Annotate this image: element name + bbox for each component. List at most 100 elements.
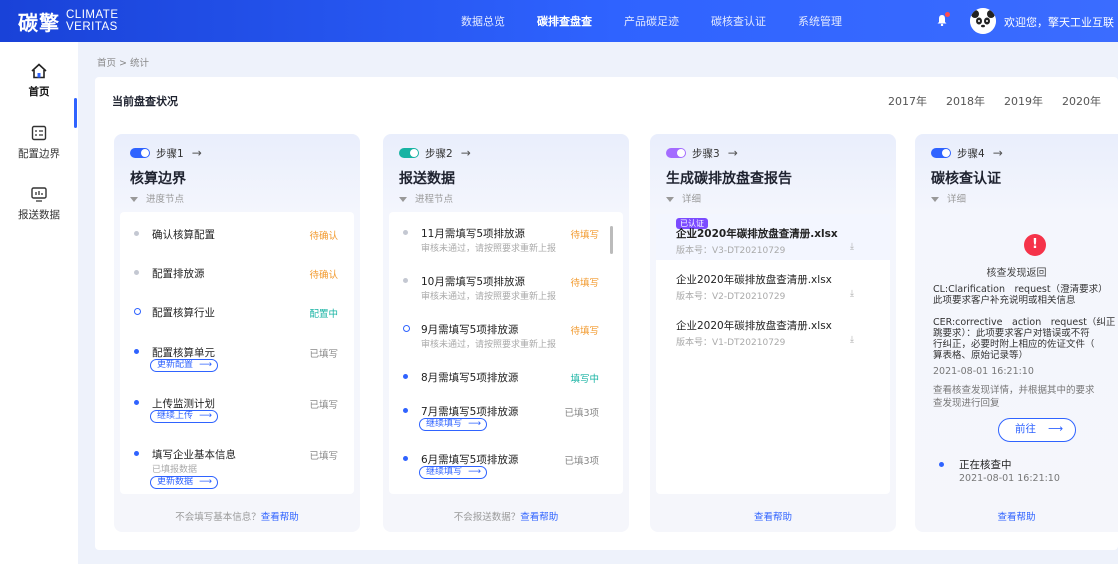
task-text: 上传监测计划 bbox=[152, 398, 215, 410]
go-button[interactable]: 前往 bbox=[998, 418, 1076, 442]
file-version: 版本号：V2-DT20210729 bbox=[676, 292, 786, 302]
status-dot bbox=[403, 408, 408, 413]
progress-toggle[interactable]: 进度节点 bbox=[130, 191, 184, 205]
toggle-icon bbox=[666, 148, 686, 158]
status-badge: 配置中 bbox=[309, 309, 338, 320]
panda-avatar-icon bbox=[970, 8, 996, 34]
step-card-3: 步骤3 → 生成碳排放盘查报告 详细 已认证 企业2020年碳排放盘查清册.xl… bbox=[650, 134, 896, 532]
step-label: 步骤2 bbox=[425, 147, 453, 160]
arrow-right-icon: → bbox=[992, 146, 1003, 160]
status-badge: 待填写 bbox=[570, 278, 599, 289]
file-item[interactable]: 已认证 企业2020年碳排放盘查清册.xlsx 版本号：V3-DT2021072… bbox=[656, 214, 890, 260]
arrow-right-icon: → bbox=[460, 146, 471, 160]
status-badge: 已填写 bbox=[309, 349, 338, 360]
task-list: 确认核算配置 待确认 配置排放源 待确认 配置核算行业 配置中 配置核算单元 已… bbox=[120, 212, 354, 494]
main-nav: 数据总览 碳排查盘查 产品碳足迹 碳核查认证 系统管理 bbox=[461, 13, 874, 29]
page-title: 当前盘查状况 bbox=[112, 95, 178, 108]
update-config-button[interactable]: 更新配置 bbox=[150, 359, 219, 372]
details-toggle[interactable]: 详细 bbox=[931, 191, 966, 205]
year-tab-2017[interactable]: 2017年 bbox=[888, 93, 946, 109]
continue-fill-button[interactable]: 继续填写 bbox=[419, 466, 488, 479]
task-text: 7月需填写5项排放源 bbox=[421, 406, 519, 418]
sidebar: 首页 配置边界 报送数据 bbox=[0, 42, 78, 564]
step-title: 报送数据 bbox=[399, 171, 455, 187]
download-icon[interactable]: ⤓ bbox=[850, 335, 854, 345]
year-tab-2019[interactable]: 2019年 bbox=[1004, 93, 1062, 109]
breadcrumb: 首页 > 统计 bbox=[97, 58, 149, 69]
file-name: 企业2020年碳排放盘查清册.xlsx bbox=[676, 320, 832, 332]
year-tab-2018[interactable]: 2018年 bbox=[946, 93, 1004, 109]
status-dot bbox=[134, 308, 141, 315]
nav-carbon-inventory[interactable]: 碳排查盘查 bbox=[537, 13, 592, 29]
arrow-right-icon: → bbox=[191, 146, 202, 160]
task-text: 11月需填写5项排放源 bbox=[421, 228, 526, 240]
step-header[interactable]: 步骤4 → bbox=[931, 146, 1003, 160]
step-card-4: 步骤4 → 碳核查认证 详细 ! 核查发现返回 CL:Clarification… bbox=[915, 134, 1118, 532]
notification-dot bbox=[945, 12, 950, 17]
continue-upload-button[interactable]: 继续上传 bbox=[150, 410, 219, 423]
nav-verification[interactable]: 碳核查认证 bbox=[711, 13, 766, 29]
sidebar-item-label: 首页 bbox=[28, 86, 50, 98]
help-text: 不会报送数据？ bbox=[453, 512, 521, 523]
sidebar-item-label: 报送数据 bbox=[18, 209, 60, 221]
download-icon[interactable]: ⤓ bbox=[850, 289, 854, 299]
status-badge: 待填写 bbox=[570, 230, 599, 241]
file-name: 企业2020年碳排放盘查清册.xlsx bbox=[676, 274, 832, 286]
scrollbar[interactable] bbox=[610, 226, 613, 254]
nav-system-management[interactable]: 系统管理 bbox=[798, 13, 842, 29]
progress-toggle[interactable]: 进程节点 bbox=[399, 191, 453, 205]
step-header[interactable]: 步骤3 → bbox=[666, 146, 738, 160]
step-card-1: 步骤1 → 核算边界 进度节点 确认核算配置 待确认 配置排放源 待确认 配置核… bbox=[114, 134, 360, 532]
help-footer: 查看帮助 bbox=[915, 509, 1118, 523]
status-dot bbox=[939, 462, 944, 467]
status-dot bbox=[134, 270, 139, 275]
file-list: 已认证 企业2020年碳排放盘查清册.xlsx 版本号：V3-DT2021072… bbox=[656, 214, 890, 494]
nav-product-footprint[interactable]: 产品碳足迹 bbox=[624, 13, 679, 29]
home-icon bbox=[31, 63, 47, 79]
avatar[interactable] bbox=[970, 8, 996, 34]
nav-overview[interactable]: 数据总览 bbox=[461, 13, 505, 29]
sidebar-item-home[interactable]: 首页 bbox=[0, 62, 78, 99]
sidebar-item-config-boundary[interactable]: 配置边界 bbox=[0, 124, 78, 161]
status-badge: 已填写 bbox=[309, 451, 338, 462]
help-footer: 不会填写基本信息？查看帮助 bbox=[114, 509, 360, 523]
details-toggle[interactable]: 详细 bbox=[666, 191, 701, 205]
user-greeting[interactable]: 欢迎您，擎天工业互联 bbox=[1004, 14, 1114, 30]
step-label: 步骤3 bbox=[692, 147, 720, 160]
year-tab-2020[interactable]: 2020年 bbox=[1062, 93, 1118, 109]
caret-down-icon bbox=[130, 197, 138, 202]
report-icon bbox=[31, 187, 47, 202]
sidebar-item-label: 配置边界 bbox=[18, 148, 60, 160]
config-icon bbox=[31, 125, 47, 141]
logo-subtext: CLIMATE VERITAS bbox=[66, 9, 119, 33]
task-text: 确认核算配置 bbox=[152, 229, 215, 241]
details-label: 详细 bbox=[682, 194, 702, 205]
step-title: 核算边界 bbox=[130, 171, 186, 187]
status-badge: 待确认 bbox=[309, 231, 338, 242]
progress-label: 进程节点 bbox=[415, 194, 454, 205]
step-header[interactable]: 步骤2 → bbox=[399, 146, 471, 160]
task-list: 11月需填写5项排放源 审核未通过，请按照要求重新上报 待填写 10月需填写5项… bbox=[389, 212, 623, 494]
status-time: 2021-08-01 16:21:10 bbox=[959, 473, 1060, 484]
status-dot bbox=[403, 374, 408, 379]
update-data-button[interactable]: 更新数据 bbox=[150, 476, 219, 489]
help-link[interactable]: 查看帮助 bbox=[261, 512, 299, 523]
step-header[interactable]: 步骤1 → bbox=[130, 146, 202, 160]
arrow-right-icon: → bbox=[727, 146, 738, 160]
download-icon[interactable]: ⤓ bbox=[850, 242, 854, 252]
logo[interactable]: 碳擎 CLIMATE VERITAS bbox=[18, 7, 348, 36]
status-badge: 填写中 bbox=[570, 374, 599, 385]
task-text: 填写企业基本信息 bbox=[152, 449, 236, 461]
task-text: 10月需填写5项排放源 bbox=[421, 276, 526, 288]
help-link[interactable]: 查看帮助 bbox=[997, 512, 1035, 523]
task-subtext: 审核未通过，请按照要求重新上报 bbox=[421, 340, 557, 350]
help-link[interactable]: 查看帮助 bbox=[754, 512, 792, 523]
task-text: 8月需填写5项排放源 bbox=[421, 372, 519, 384]
status-dot bbox=[134, 400, 139, 405]
help-link[interactable]: 查看帮助 bbox=[520, 512, 558, 523]
status-badge: 待填写 bbox=[570, 326, 599, 337]
status-dot bbox=[403, 278, 408, 283]
status-dot bbox=[403, 456, 408, 461]
sidebar-item-report-data[interactable]: 报送数据 bbox=[0, 185, 78, 222]
continue-fill-button[interactable]: 继续填写 bbox=[419, 418, 488, 431]
